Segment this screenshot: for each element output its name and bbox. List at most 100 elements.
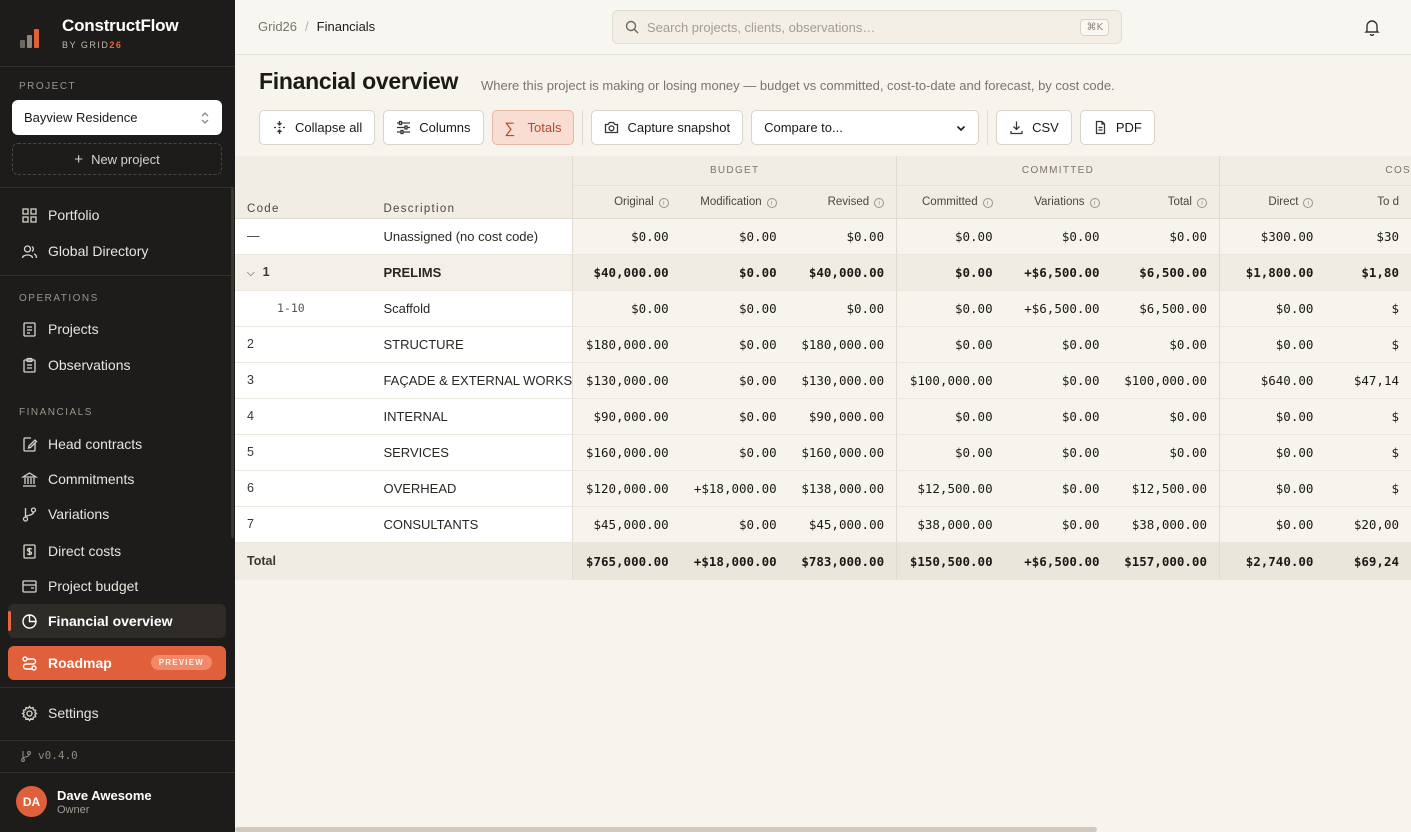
cell-code: 6 <box>235 470 372 507</box>
sidebar-item-label: Direct costs <box>48 543 122 559</box>
sidebar-item-head-contracts[interactable]: Head contracts <box>8 427 226 461</box>
cell-value: +$18,000.00 <box>680 541 789 580</box>
cell-value: $38,000.00 <box>1111 506 1220 543</box>
search-input[interactable] <box>647 19 1081 35</box>
sidebar-item-label: Head contracts <box>48 436 143 452</box>
column-header-revised[interactable]: Revised i <box>788 185 897 219</box>
financial-table-container[interactable]: Code Description BUDGET COMMITTED COS Or… <box>235 156 1411 582</box>
sidebar-scrollbar[interactable] <box>231 188 234 538</box>
info-icon[interactable]: i <box>1303 197 1314 208</box>
table-row[interactable]: 4 INTERNAL $90,000.00 $0.00 $90,000.00 $0.00 $… <box>235 398 1411 435</box>
cell-value: $1,800.00 <box>1218 254 1326 291</box>
version-label: v0.4.0 <box>20 749 78 762</box>
divider <box>0 187 235 188</box>
column-header-description[interactable]: Description <box>371 156 574 219</box>
sidebar-item-direct-costs[interactable]: Direct costs <box>8 534 226 568</box>
columns-button[interactable]: Columns <box>383 110 484 145</box>
export-csv-button[interactable]: CSV <box>996 110 1072 145</box>
cell-value: $12,500.00 <box>896 470 1005 507</box>
column-header-to-date[interactable]: To d <box>1325 185 1411 219</box>
column-header-committed[interactable]: Committed i <box>896 185 1005 219</box>
project-select[interactable]: Bayview Residence <box>12 100 222 135</box>
table-row[interactable]: ⌵ 1 PRELIMS $40,000.00 $0.00 $40,000.00 $0.00 +… <box>235 254 1411 291</box>
cell-value: $0.00 <box>680 362 789 399</box>
cell-value: $ <box>1325 470 1411 507</box>
column-header-direct[interactable]: Direct i <box>1218 185 1326 219</box>
cell-value: $0.00 <box>1218 470 1326 507</box>
capture-snapshot-button[interactable]: Capture snapshot <box>591 110 744 145</box>
collapse-all-button[interactable]: Collapse all <box>259 110 376 145</box>
table-total-row[interactable]: Total $765,000.00 +$18,000.00 $783,000.00 $1… <box>235 541 1411 580</box>
sidebar-item-global-directory[interactable]: Global Directory <box>8 234 226 268</box>
cell-value: $45,000.00 <box>572 506 681 543</box>
project-select-value: Bayview Residence <box>24 110 138 125</box>
sidebar-item-label: Observations <box>48 357 131 373</box>
table-row[interactable]: 5 SERVICES $160,000.00 $0.00 $160,000.00 $0.0… <box>235 434 1411 471</box>
route-icon <box>21 655 38 672</box>
totals-toggle-button[interactable]: ∑ Totals <box>491 110 575 145</box>
info-icon[interactable]: i <box>874 197 885 208</box>
chevron-updown-icon <box>201 111 209 124</box>
cell-value: $0.00 <box>896 398 1005 435</box>
new-project-button[interactable]: + New project <box>12 143 222 175</box>
horizontal-scrollbar[interactable] <box>235 827 1097 832</box>
cell-value: $130,000.00 <box>572 362 681 399</box>
toolbar: Collapse all Columns ∑ Totals Capture sn… <box>259 110 1163 145</box>
group-header-cost: COS <box>1218 156 1411 186</box>
column-header-total[interactable]: Total i <box>1111 185 1220 219</box>
info-icon[interactable]: i <box>1089 197 1100 208</box>
cell-value: $0.00 <box>1004 218 1112 255</box>
download-icon <box>1009 120 1024 135</box>
cell-value: $ <box>1325 326 1411 363</box>
sidebar-item-projects[interactable]: Projects <box>8 312 226 346</box>
sidebar-item-settings[interactable]: Settings <box>8 696 226 730</box>
financial-table: Code Description BUDGET COMMITTED COS Or… <box>235 156 1411 580</box>
toolbar-divider <box>582 110 584 145</box>
breadcrumb-root[interactable]: Grid26 <box>258 19 297 34</box>
cell-value: $0.00 <box>788 290 897 327</box>
compare-to-select[interactable]: Compare to... <box>751 110 980 145</box>
cell-code: 4 <box>235 398 372 435</box>
column-header-code[interactable]: Code <box>235 156 372 219</box>
info-icon[interactable]: i <box>1196 197 1207 208</box>
cell-value: $47,14 <box>1325 362 1411 399</box>
table-row[interactable]: 2 STRUCTURE $180,000.00 $0.00 $180,000.00 $0.… <box>235 326 1411 363</box>
sidebar-item-roadmap[interactable]: Roadmap PREVIEW <box>8 646 226 680</box>
cell-value: $ <box>1325 290 1411 327</box>
export-pdf-button[interactable]: PDF <box>1079 110 1155 145</box>
sidebar-item-financial-overview[interactable]: Financial overview <box>8 604 226 638</box>
cell-value: $0.00 <box>1218 434 1326 471</box>
sidebar-item-portfolio[interactable]: Portfolio <box>8 198 226 232</box>
table-row[interactable]: 3 FAÇADE & EXTERNAL WORKS $130,000.00 $0.00… <box>235 362 1411 399</box>
table-row[interactable]: 1-10 Scaffold $0.00 $0.00 $0.00 $0.00 +$6,500.… <box>235 290 1411 327</box>
table-row[interactable]: 7 CONSULTANTS $45,000.00 $0.00 $45,000.00 $38… <box>235 506 1411 543</box>
divider <box>0 740 235 741</box>
info-icon[interactable]: i <box>766 197 777 208</box>
search-box[interactable]: ⌘K <box>612 10 1122 44</box>
sidebar-item-project-budget[interactable]: Project budget <box>8 569 226 603</box>
file-text-icon <box>1093 120 1108 135</box>
sidebar-item-variations[interactable]: Variations <box>8 497 226 531</box>
cell-value: $6,500.00 <box>1111 254 1220 291</box>
table-row[interactable]: 6 OVERHEAD $120,000.00 +$18,000.00 $138,000.… <box>235 470 1411 507</box>
column-header-variations[interactable]: Variations i <box>1004 185 1112 219</box>
sidebar-item-commitments[interactable]: Commitments <box>8 462 226 496</box>
cell-value: $ <box>1325 434 1411 471</box>
cell-value: $0.00 <box>1218 398 1326 435</box>
sidebar-item-observations[interactable]: Observations <box>8 348 226 382</box>
info-icon[interactable]: i <box>658 197 669 208</box>
user-profile[interactable]: DA Dave Awesome Owner <box>16 786 152 817</box>
info-icon[interactable]: i <box>982 197 993 208</box>
cell-value: $783,000.00 <box>788 541 897 580</box>
cell-value: $0.00 <box>1004 434 1112 471</box>
cell-value: $90,000.00 <box>788 398 897 435</box>
table-row[interactable]: — Unassigned (no cost code) $0.00 $0.00 $0.0… <box>235 218 1411 255</box>
brand[interactable]: ConstructFlow BY GRID26 <box>20 16 179 50</box>
new-project-label: New project <box>91 151 160 167</box>
chevron-down-icon[interactable]: ⌵ <box>247 268 255 279</box>
column-header-modification[interactable]: Modification i <box>680 185 789 219</box>
sidebar-item-label: Financial overview <box>48 613 173 629</box>
bell-icon[interactable] <box>1363 18 1381 37</box>
column-header-original[interactable]: Original i <box>572 185 681 219</box>
briefcase-icon <box>21 321 38 338</box>
